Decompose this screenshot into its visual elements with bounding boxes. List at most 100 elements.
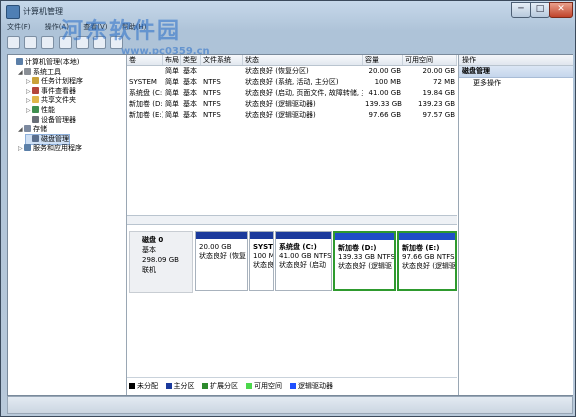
- legend-label: 可用空间: [254, 382, 282, 390]
- volume-status-cell: 状态良好 (恢复分区): [245, 67, 309, 75]
- close-button[interactable]: ✕: [549, 2, 573, 18]
- volume-name-cell: 新加卷 (E:): [129, 111, 163, 119]
- up-icon[interactable]: [41, 36, 55, 49]
- tree-item[interactable]: 磁盘管理: [25, 133, 70, 145]
- col-free-space[interactable]: 可用空间: [403, 55, 457, 65]
- partition-size: 20.00 GB: [199, 243, 232, 251]
- volume-status-cell: 状态良好 (逻辑驱动器): [245, 100, 316, 108]
- partition-block[interactable]: 新加卷 (D:) 139.33 GB NTFS 状态良好 (逻辑驱: [333, 231, 396, 291]
- partition-status: 状态良: [253, 261, 273, 269]
- legend-item: 未分配: [129, 381, 158, 391]
- volume-name-cell: [127, 66, 163, 77]
- tree-item-label: 服务和应用程序: [33, 144, 82, 153]
- storage-icon: [24, 125, 31, 133]
- partition-status: 状态良好 (启动: [279, 261, 326, 269]
- legend-item: 主分区: [165, 381, 195, 391]
- partition-type-bar: [276, 232, 331, 239]
- volume-capacity-cell: 100 MB: [374, 78, 401, 86]
- volume-status-cell: 状态良好 (逻辑驱动器): [245, 111, 316, 119]
- legend-item: 逻辑驱动器: [290, 381, 333, 391]
- disk-management-pane: 卷 布局 类型 文件系统 状态 容量 可用空间 简单 基本 状态良好 (恢复分区) 2…: [127, 55, 457, 395]
- navigation-tree: 计算机管理(本地) ◢ 系统工具 ▷ 任务计划程序 ▷ 事件查看器 ▷ 共享文件夹 ▷ 性能 设备管理…: [8, 55, 127, 395]
- legend-swatch: [290, 383, 296, 389]
- partition-type-bar: [196, 232, 247, 239]
- partition-info: 新加卷 (E:) 97.66 GB NTFS 状态良好 (逻辑驱: [399, 240, 455, 271]
- disk-0-label[interactable]: 磁盘 0 基本 298.09 GB 联机: [129, 231, 193, 293]
- more-actions-link[interactable]: 更多操作: [459, 78, 573, 89]
- tree-item[interactable]: ▷ 共享文件夹: [26, 96, 76, 105]
- volume-row[interactable]: 简单 基本 状态良好 (恢复分区) 20.00 GB 20.00 GB: [127, 66, 457, 77]
- tree-item-label: 设备管理器: [41, 115, 76, 124]
- partition-info: 系统盘 (C:) 41.00 GB NTFS 状态良好 (启动: [276, 239, 331, 270]
- volume-name-cell: 系统盘 (C:): [129, 89, 163, 97]
- volume-row[interactable]: SYSTEM 简单 基本 NTFS 状态良好 (系统, 活动, 主分区) 100 MB 72…: [127, 77, 457, 88]
- volume-capacity-cell: 97.66 GB: [368, 111, 402, 119]
- volume-status-cell: 状态良好 (启动, 页面文件, 故障转储, 主分区): [245, 89, 363, 97]
- menu-file[interactable]: 文件(F): [7, 23, 31, 31]
- computer-management-icon: [6, 5, 20, 19]
- computer-icon: [16, 58, 23, 65]
- partition-size: 41.00 GB NTFS: [279, 252, 331, 260]
- actions-header: 操作: [459, 55, 573, 66]
- volume-fs-cell: NTFS: [203, 111, 221, 119]
- performance-icon: [32, 106, 39, 113]
- actions-section-disk-management[interactable]: 磁盘管理: [459, 66, 573, 78]
- disk-size: 298.09 GB: [142, 256, 179, 264]
- volume-row[interactable]: 新加卷 (D:) 简单 基本 NTFS 状态良好 (逻辑驱动器) 139.33 GB 139…: [127, 99, 457, 110]
- partition-name: SYST: [253, 243, 273, 251]
- minimize-icon: ─: [518, 4, 524, 14]
- tree-item-label: 系统工具: [33, 67, 61, 76]
- volume-row[interactable]: 新加卷 (E:) 简单 基本 NTFS 状态良好 (逻辑驱动器) 97.66 GB 97.5…: [127, 110, 457, 121]
- col-type[interactable]: 类型: [181, 55, 201, 65]
- legend-label: 未分配: [137, 382, 158, 390]
- partition-info: 20.00 GB 状态良好 (恢复: [196, 239, 247, 261]
- partition-block[interactable]: 20.00 GB 状态良好 (恢复: [195, 231, 248, 291]
- tree-item[interactable]: ▷ 服务和应用程序: [18, 144, 82, 153]
- partition-status: 状态良好 (逻辑驱: [338, 262, 392, 270]
- volume-layout-cell: 简单: [165, 89, 179, 97]
- volume-layout-cell: 简单: [165, 67, 179, 75]
- legend-swatch: [202, 383, 208, 389]
- col-capacity[interactable]: 容量: [363, 55, 403, 65]
- maximize-button[interactable]: □: [530, 2, 550, 18]
- tree-item-label: 事件查看器: [41, 86, 76, 95]
- volume-name-cell: 新加卷 (D:): [129, 100, 163, 108]
- col-layout[interactable]: 布局: [163, 55, 181, 65]
- volume-list: 卷 布局 类型 文件系统 状态 容量 可用空间 简单 基本 状态良好 (恢复分区) 2…: [127, 55, 457, 215]
- partition-size: 97.66 GB NTFS: [402, 253, 455, 261]
- pane-splitter[interactable]: [127, 215, 457, 225]
- partition-type-bar: [399, 233, 455, 240]
- partition-block[interactable]: SYST 100 M 状态良: [249, 231, 274, 291]
- volume-row[interactable]: 系统盘 (C:)简单基本 NTFS 状态良好 (启动, 页面文件, 故障转储, 主分…: [127, 88, 457, 99]
- partition-status: 状态良好 (恢复: [199, 252, 246, 260]
- event-icon: [32, 86, 39, 94]
- forward-icon[interactable]: [24, 36, 38, 49]
- tree-item-label: 共享文件夹: [41, 96, 76, 105]
- tree-item[interactable]: ◢ 存储: [18, 125, 47, 134]
- tree-item[interactable]: 设备管理器: [26, 115, 76, 125]
- partition-name: 新加卷 (D:): [338, 244, 377, 252]
- col-status[interactable]: 状态: [243, 55, 363, 65]
- window-frame: 计算机管理 ─ □ ✕ 文件(F) 操作(A) 查看(V) 帮助(H) 河东软件…: [0, 0, 576, 417]
- partition-block[interactable]: 系统盘 (C:) 41.00 GB NTFS 状态良好 (启动: [275, 231, 332, 291]
- partition-name: 新加卷 (E:): [402, 244, 440, 252]
- legend-swatch: [246, 383, 252, 389]
- volume-layout-cell: 简单: [165, 78, 179, 86]
- partition-name: 系统盘 (C:): [279, 243, 317, 251]
- back-icon[interactable]: [7, 36, 20, 49]
- tree-item[interactable]: ▷ 性能: [26, 106, 55, 115]
- partition-block[interactable]: 新加卷 (E:) 97.66 GB NTFS 状态良好 (逻辑驱: [397, 231, 457, 291]
- minimize-button[interactable]: ─: [511, 2, 531, 18]
- volume-fs-cell: NTFS: [203, 100, 221, 108]
- tree-item[interactable]: 计算机管理(本地): [10, 58, 79, 67]
- legend-item: 可用空间: [246, 381, 282, 391]
- col-volume[interactable]: 卷: [127, 55, 163, 65]
- tree-item-label: 任务计划程序: [41, 77, 83, 86]
- partition-status: 状态良好 (逻辑驱: [402, 262, 455, 270]
- watermark-logo: 河东软件园: [61, 19, 182, 44]
- tree-item[interactable]: ▷ 事件查看器: [26, 86, 76, 96]
- col-filesystem[interactable]: 文件系统: [201, 55, 243, 65]
- volume-type-cell: 基本: [183, 67, 197, 75]
- tree-item[interactable]: ▷ 任务计划程序: [26, 77, 83, 86]
- tree-item[interactable]: ◢ 系统工具: [18, 67, 61, 77]
